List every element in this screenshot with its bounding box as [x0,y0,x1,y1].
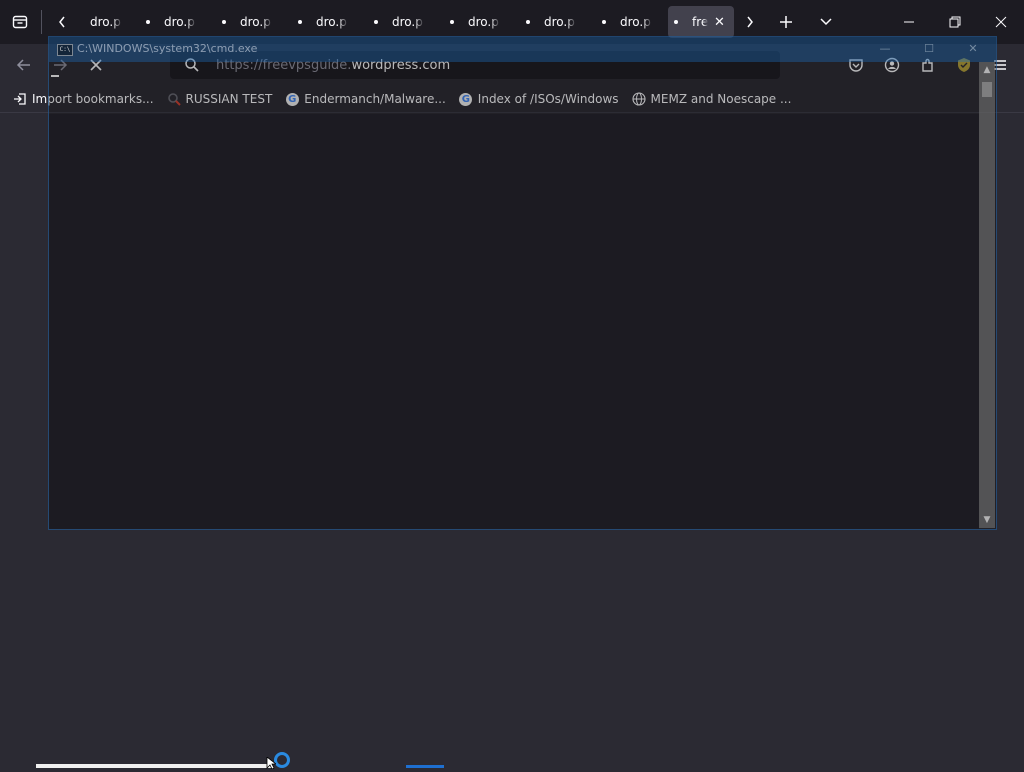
taskbar-fragment [36,764,272,768]
cmd-scrollbar-thumb[interactable] [982,82,992,97]
tab-title: dro.p [316,15,347,29]
cmd-window[interactable]: C:\ C:\WINDOWS\system32\cmd.exe — ☐ ✕ ▲ … [48,36,997,530]
tab-title: dro.p [164,15,195,29]
tab-loading-dot [298,20,302,24]
cmd-scrollbar[interactable] [979,62,995,528]
tab-divider [41,10,42,34]
firefox-view-icon[interactable] [4,6,36,38]
restore-icon[interactable] [940,8,970,36]
tab-loading-dot [602,20,606,24]
tab[interactable]: dro.p [292,6,362,38]
back-icon[interactable] [12,53,36,77]
cmd-text-cursor [51,75,59,77]
tab[interactable]: dro.p [216,6,286,38]
cmd-minimize-icon[interactable]: — [875,40,895,58]
scroll-up-icon[interactable]: ▲ [979,62,995,78]
tab-loading-dot [222,20,226,24]
scroll-down-icon[interactable]: ▼ [979,512,995,528]
cmd-title-bar[interactable]: C:\ C:\WINDOWS\system32\cmd.exe — ☐ ✕ [49,37,996,62]
close-window-icon[interactable] [986,8,1016,36]
list-all-tabs-icon[interactable] [810,6,842,38]
cmd-window-title: C:\WINDOWS\system32\cmd.exe [77,42,258,55]
tab[interactable]: dro.p [140,6,210,38]
tab-title: dro.p [392,15,423,29]
tab[interactable]: dro.p [368,6,438,38]
tab-loading-dot [526,20,530,24]
tab-active[interactable]: fre ✕ [668,6,734,38]
import-icon [12,91,28,107]
scroll-tabs-right-icon[interactable] [734,6,766,38]
tab-loading-dot [146,20,150,24]
tab-title: dro.p [544,15,575,29]
tab[interactable]: dro.p [596,6,666,38]
tab[interactable]: dro.p [520,6,590,38]
tab-title: dro.p [90,15,121,29]
cmd-maximize-icon[interactable]: ☐ [919,40,939,58]
new-tab-icon[interactable] [770,6,802,38]
mouse-pointer-icon [266,756,278,772]
tab-title: fre [692,15,708,29]
scroll-tabs-left-icon[interactable] [46,6,78,38]
cmd-app-icon: C:\ [57,44,73,56]
tab-loading-dot [450,20,454,24]
minimize-icon[interactable] [894,8,924,36]
close-tab-icon[interactable]: ✕ [714,15,725,30]
tab-loading-dot [374,20,378,24]
tab-loading-dot [674,20,678,24]
tab-title: dro.p [620,15,651,29]
busy-cursor-icon [274,752,290,768]
tab[interactable]: dro.p [444,6,514,38]
cmd-close-icon[interactable]: ✕ [963,40,983,58]
tab-title: dro.p [468,15,499,29]
tab-title: dro.p [240,15,271,29]
cmd-console-area[interactable] [49,114,979,529]
